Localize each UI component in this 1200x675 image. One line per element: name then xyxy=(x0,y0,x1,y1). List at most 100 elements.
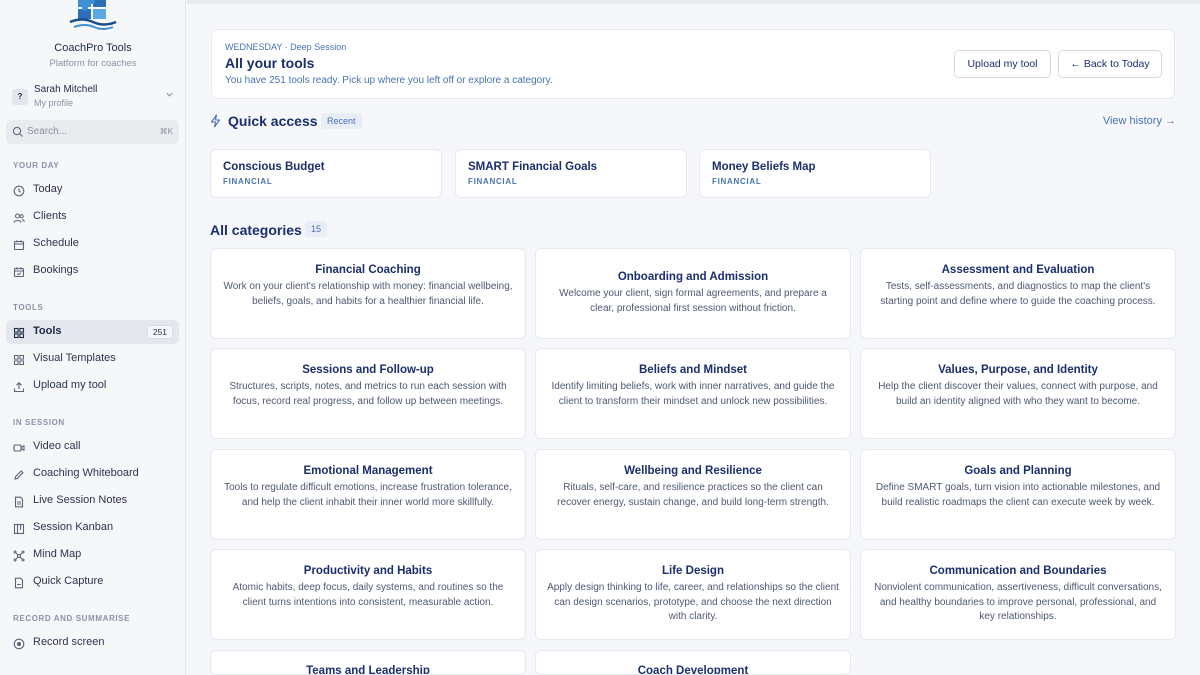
quick-access-card[interactable]: SMART Financial Goals FINANCIAL xyxy=(455,149,687,198)
sidebar-item-live-session-notes[interactable]: Live Session Notes xyxy=(6,489,179,513)
sidebar-item-upload-my-tool[interactable]: Upload my tool xyxy=(6,374,179,398)
category-card-wellbeing[interactable]: Wellbeing and Resilience Rituals, self-c… xyxy=(535,449,851,540)
upload-icon xyxy=(13,380,25,398)
back-to-today-button[interactable]: ← Back to Today xyxy=(1058,50,1162,78)
category-description: Apply design thinking to life, career, a… xyxy=(547,582,839,623)
grid-icon xyxy=(13,326,25,344)
sidebar-item-record-screen[interactable]: Record screen xyxy=(6,631,179,655)
category-card-productivity[interactable]: Productivity and Habits Atomic habits, d… xyxy=(210,549,526,640)
upload-my-tool-button[interactable]: Upload my tool xyxy=(954,50,1051,78)
category-card-onboarding[interactable]: Onboarding and Admission Welcome your cl… xyxy=(535,248,851,339)
profile-switcher[interactable]: ? Sarah Mitchell My profile xyxy=(8,82,178,112)
category-description: Structures, scripts, notes, and metrics … xyxy=(229,381,507,407)
sidebar-item-label: Quick Capture xyxy=(33,575,104,587)
quick-card-name: SMART Financial Goals xyxy=(468,161,598,173)
category-name: Onboarding and Admission xyxy=(617,271,769,283)
category-card-goals[interactable]: Goals and Planning Define SMART goals, t… xyxy=(860,449,1176,540)
category-description: Identify limiting beliefs, work with inn… xyxy=(551,381,835,407)
section-tools: TOOLS xyxy=(13,303,44,312)
sidebar-item-label: Record screen xyxy=(33,636,105,648)
category-description: Tests, self-assessments, and diagnostics… xyxy=(880,281,1156,307)
sidebar-item-today[interactable]: Today xyxy=(6,178,179,202)
avatar: ? xyxy=(12,89,28,105)
category-name: Wellbeing and Resilience xyxy=(624,465,762,477)
category-name: Communication and Boundaries xyxy=(929,565,1107,577)
sidebar-item-label: Visual Templates xyxy=(33,352,116,364)
category-card-financial-coaching[interactable]: Financial Coaching Work on your client's… xyxy=(210,248,526,339)
lightning-icon xyxy=(209,114,222,133)
sidebar-item-label: Video call xyxy=(33,440,81,452)
search-shortcut: ⌘K xyxy=(159,127,173,136)
sidebar-item-label: Clients xyxy=(33,210,67,222)
view-history-link[interactable]: View history → xyxy=(1103,115,1176,127)
category-name: Life Design xyxy=(662,565,724,577)
quick-access-card[interactable]: Conscious Budget FINANCIAL xyxy=(210,149,442,198)
category-name: Productivity and Habits xyxy=(303,565,433,577)
category-card-values[interactable]: Values, Purpose, and Identity Help the c… xyxy=(860,348,1176,439)
capture-icon xyxy=(13,576,25,594)
chevron-down-icon xyxy=(165,90,174,101)
sidebar-item-clients[interactable]: Clients xyxy=(6,205,179,229)
recent-chip: Recent xyxy=(321,113,362,129)
note-icon xyxy=(13,495,25,513)
sidebar-item-mind-map[interactable]: Mind Map xyxy=(6,543,179,567)
page-eyebrow: WEDNESDAY · Deep Session xyxy=(225,42,347,52)
sidebar-item-label: Schedule xyxy=(33,237,79,249)
category-description: Nonviolent communication, assertiveness,… xyxy=(874,582,1162,623)
template-icon xyxy=(13,353,25,371)
sidebar-item-quick-capture[interactable]: Quick Capture xyxy=(6,570,179,594)
profile-name: Sarah Mitchell xyxy=(34,84,98,95)
brand-tagline: Platform for coaches xyxy=(49,58,137,69)
search-icon xyxy=(12,125,24,143)
category-description: Rituals, self-care, and resilience pract… xyxy=(557,482,829,508)
sidebar-item-bookings[interactable]: Bookings xyxy=(6,259,179,283)
quick-card-name: Money Beliefs Map xyxy=(712,161,816,173)
clock-icon xyxy=(13,184,25,202)
category-name: Emotional Management xyxy=(303,465,433,477)
tools-count-badge: 251 xyxy=(146,325,173,339)
category-description: Help the client discover their values, c… xyxy=(878,381,1158,407)
category-name: Beliefs and Mindset xyxy=(639,364,747,376)
calendar-icon xyxy=(13,238,25,256)
sidebar-item-label: Coaching Whiteboard xyxy=(33,467,139,479)
brand-name: CoachPro Tools xyxy=(54,42,132,54)
calendar-check-icon xyxy=(13,265,25,283)
category-card-assessment[interactable]: Assessment and Evaluation Tests, self-as… xyxy=(860,248,1176,339)
page-header: WEDNESDAY · Deep Session All your tools … xyxy=(211,29,1175,99)
category-card-sessions[interactable]: Sessions and Follow-up Structures, scrip… xyxy=(210,348,526,439)
all-categories-title: All categories xyxy=(210,222,302,238)
category-name: Sessions and Follow-up xyxy=(302,364,434,376)
kanban-icon xyxy=(13,522,25,540)
category-name: Financial Coaching xyxy=(315,264,421,276)
users-icon xyxy=(13,211,25,229)
category-card-coach-development[interactable]: Coach Development xyxy=(535,650,851,675)
page-title: All your tools xyxy=(225,55,315,71)
sidebar-item-tools[interactable]: Tools 251 xyxy=(6,320,179,344)
record-icon xyxy=(13,637,25,655)
video-icon xyxy=(13,441,25,459)
search-input[interactable]: Search... ⌘K xyxy=(6,120,179,144)
sidebar-item-label: Bookings xyxy=(33,264,79,276)
category-description: Atomic habits, deep focus, daily systems… xyxy=(232,582,504,608)
sidebar-item-coaching-whiteboard[interactable]: Coaching Whiteboard xyxy=(6,462,179,486)
sidebar-item-video-call[interactable]: Video call xyxy=(6,435,179,459)
category-card-life-design[interactable]: Life Design Apply design thinking to lif… xyxy=(535,549,851,640)
category-card-communication[interactable]: Communication and Boundaries Nonviolent … xyxy=(860,549,1176,640)
mindmap-icon xyxy=(13,549,25,567)
category-name: Values, Purpose, and Identity xyxy=(938,364,1098,376)
section-your-day: YOUR DAY xyxy=(13,161,60,170)
category-card-teams[interactable]: Teams and Leadership xyxy=(210,650,526,675)
section-record: RECORD AND SUMMARISE xyxy=(13,614,131,623)
category-card-beliefs[interactable]: Beliefs and Mindset Identify limiting be… xyxy=(535,348,851,439)
quick-access-card[interactable]: Money Beliefs Map FINANCIAL xyxy=(699,149,931,198)
sidebar-item-schedule[interactable]: Schedule xyxy=(6,232,179,256)
sidebar-item-label: Upload my tool xyxy=(33,379,107,391)
sidebar-item-session-kanban[interactable]: Session Kanban xyxy=(6,516,179,540)
category-name: Coach Development xyxy=(637,665,749,675)
main-content: WEDNESDAY · Deep Session All your tools … xyxy=(187,0,1200,675)
search-placeholder: Search... xyxy=(27,126,68,137)
sidebar-item-label: Today xyxy=(33,183,63,195)
quick-access-title: Quick access xyxy=(228,113,318,129)
category-card-emotional[interactable]: Emotional Management Tools to regulate d… xyxy=(210,449,526,540)
sidebar-item-visual-templates[interactable]: Visual Templates xyxy=(6,347,179,371)
